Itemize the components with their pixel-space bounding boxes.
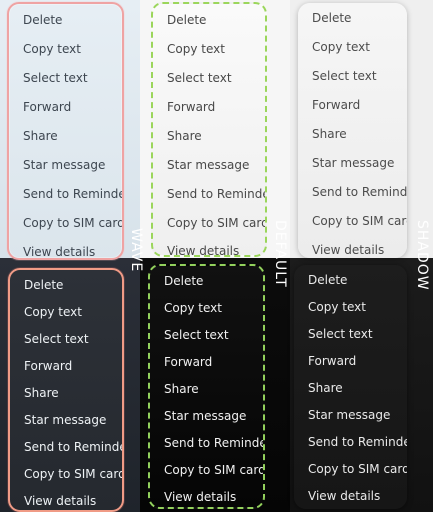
menu-item-share[interactable]: Share (294, 373, 407, 402)
menu-item-send-to-reminder[interactable]: Send to Reminder (298, 177, 407, 206)
menu-item-copy-to-sim-card[interactable]: Copy to SIM card (9, 208, 122, 237)
menu-item-copy-text[interactable]: Copy text (153, 34, 265, 63)
menu-item-copy-to-sim-card[interactable]: Copy to SIM card (150, 455, 263, 484)
menu-item-select-text[interactable]: Select text (9, 63, 122, 92)
menu-item-copy-text[interactable]: Copy text (10, 297, 122, 326)
menu-item-copy-to-sim-card[interactable]: Copy to SIM card (153, 208, 265, 237)
menu-item-select-text[interactable]: Select text (298, 61, 407, 90)
menu-item-forward[interactable]: Forward (298, 90, 407, 119)
menu-item-send-to-reminder[interactable]: Send to Reminder (294, 427, 407, 456)
shadow-style-label: SHADOW (414, 220, 430, 291)
light-wave-menu: Delete Copy text Select text Forward Sha… (7, 2, 124, 260)
comparison-canvas: Delete Copy text Select text Forward Sha… (0, 0, 433, 512)
menu-item-share[interactable]: Share (150, 374, 263, 403)
menu-item-share[interactable]: Share (298, 119, 407, 148)
menu-item-select-text[interactable]: Select text (153, 63, 265, 92)
menu-item-select-text[interactable]: Select text (10, 324, 122, 353)
wave-style-label: WAVE (128, 228, 144, 273)
menu-item-copy-to-sim-card[interactable]: Copy to SIM card (294, 454, 407, 483)
menu-item-send-to-reminder[interactable]: Send to Reminder (153, 179, 265, 208)
menu-item-star-message[interactable]: Star message (298, 148, 407, 177)
menu-item-copy-text[interactable]: Copy text (298, 32, 407, 61)
menu-item-share[interactable]: Share (10, 378, 122, 407)
menu-item-share[interactable]: Share (9, 121, 122, 150)
menu-item-delete[interactable]: Delete (153, 5, 265, 34)
dark-shadow-menu: Delete Copy text Select text Forward Sha… (294, 265, 407, 509)
menu-item-forward[interactable]: Forward (294, 346, 407, 375)
menu-item-star-message[interactable]: Star message (9, 150, 122, 179)
default-style-label: DEFAULT (272, 220, 288, 288)
menu-item-delete[interactable]: Delete (150, 266, 263, 295)
menu-item-view-details[interactable]: View details (9, 237, 122, 259)
dark-default-menu: Delete Copy text Select text Forward Sha… (148, 264, 265, 509)
menu-item-send-to-reminder[interactable]: Send to Reminder (10, 432, 122, 461)
menu-item-delete[interactable]: Delete (298, 3, 407, 32)
menu-item-forward[interactable]: Forward (150, 347, 263, 376)
menu-item-select-text[interactable]: Select text (294, 319, 407, 348)
menu-item-delete[interactable]: Delete (10, 270, 122, 299)
menu-item-copy-text[interactable]: Copy text (9, 34, 122, 63)
menu-item-delete[interactable]: Delete (294, 265, 407, 294)
menu-item-send-to-reminder[interactable]: Send to Reminder (150, 428, 263, 457)
menu-item-view-details[interactable]: View details (298, 235, 407, 258)
menu-item-forward[interactable]: Forward (10, 351, 122, 380)
menu-item-star-message[interactable]: Star message (150, 401, 263, 430)
menu-item-view-details[interactable]: View details (150, 482, 263, 507)
menu-item-delete[interactable]: Delete (9, 5, 122, 34)
menu-item-send-to-reminder[interactable]: Send to Reminder (9, 179, 122, 208)
menu-item-view-details[interactable]: View details (294, 481, 407, 509)
menu-item-share[interactable]: Share (153, 121, 265, 150)
menu-item-forward[interactable]: Forward (9, 92, 122, 121)
menu-item-star-message[interactable]: Star message (153, 150, 265, 179)
menu-item-copy-text[interactable]: Copy text (294, 292, 407, 321)
menu-item-star-message[interactable]: Star message (294, 400, 407, 429)
light-default-menu: Delete Copy text Select text Forward Sha… (151, 2, 267, 257)
light-shadow-menu: Delete Copy text Select text Forward Sha… (298, 3, 407, 258)
dark-wave-menu: Delete Copy text Select text Forward Sha… (8, 268, 124, 512)
menu-item-forward[interactable]: Forward (153, 92, 265, 121)
menu-item-copy-to-sim-card[interactable]: Copy to SIM card (10, 459, 122, 488)
menu-item-copy-to-sim-card[interactable]: Copy to SIM card (298, 206, 407, 235)
menu-item-star-message[interactable]: Star message (10, 405, 122, 434)
menu-item-view-details[interactable]: View details (153, 236, 265, 256)
menu-item-copy-text[interactable]: Copy text (150, 293, 263, 322)
menu-item-view-details[interactable]: View details (10, 486, 122, 510)
menu-item-select-text[interactable]: Select text (150, 320, 263, 349)
